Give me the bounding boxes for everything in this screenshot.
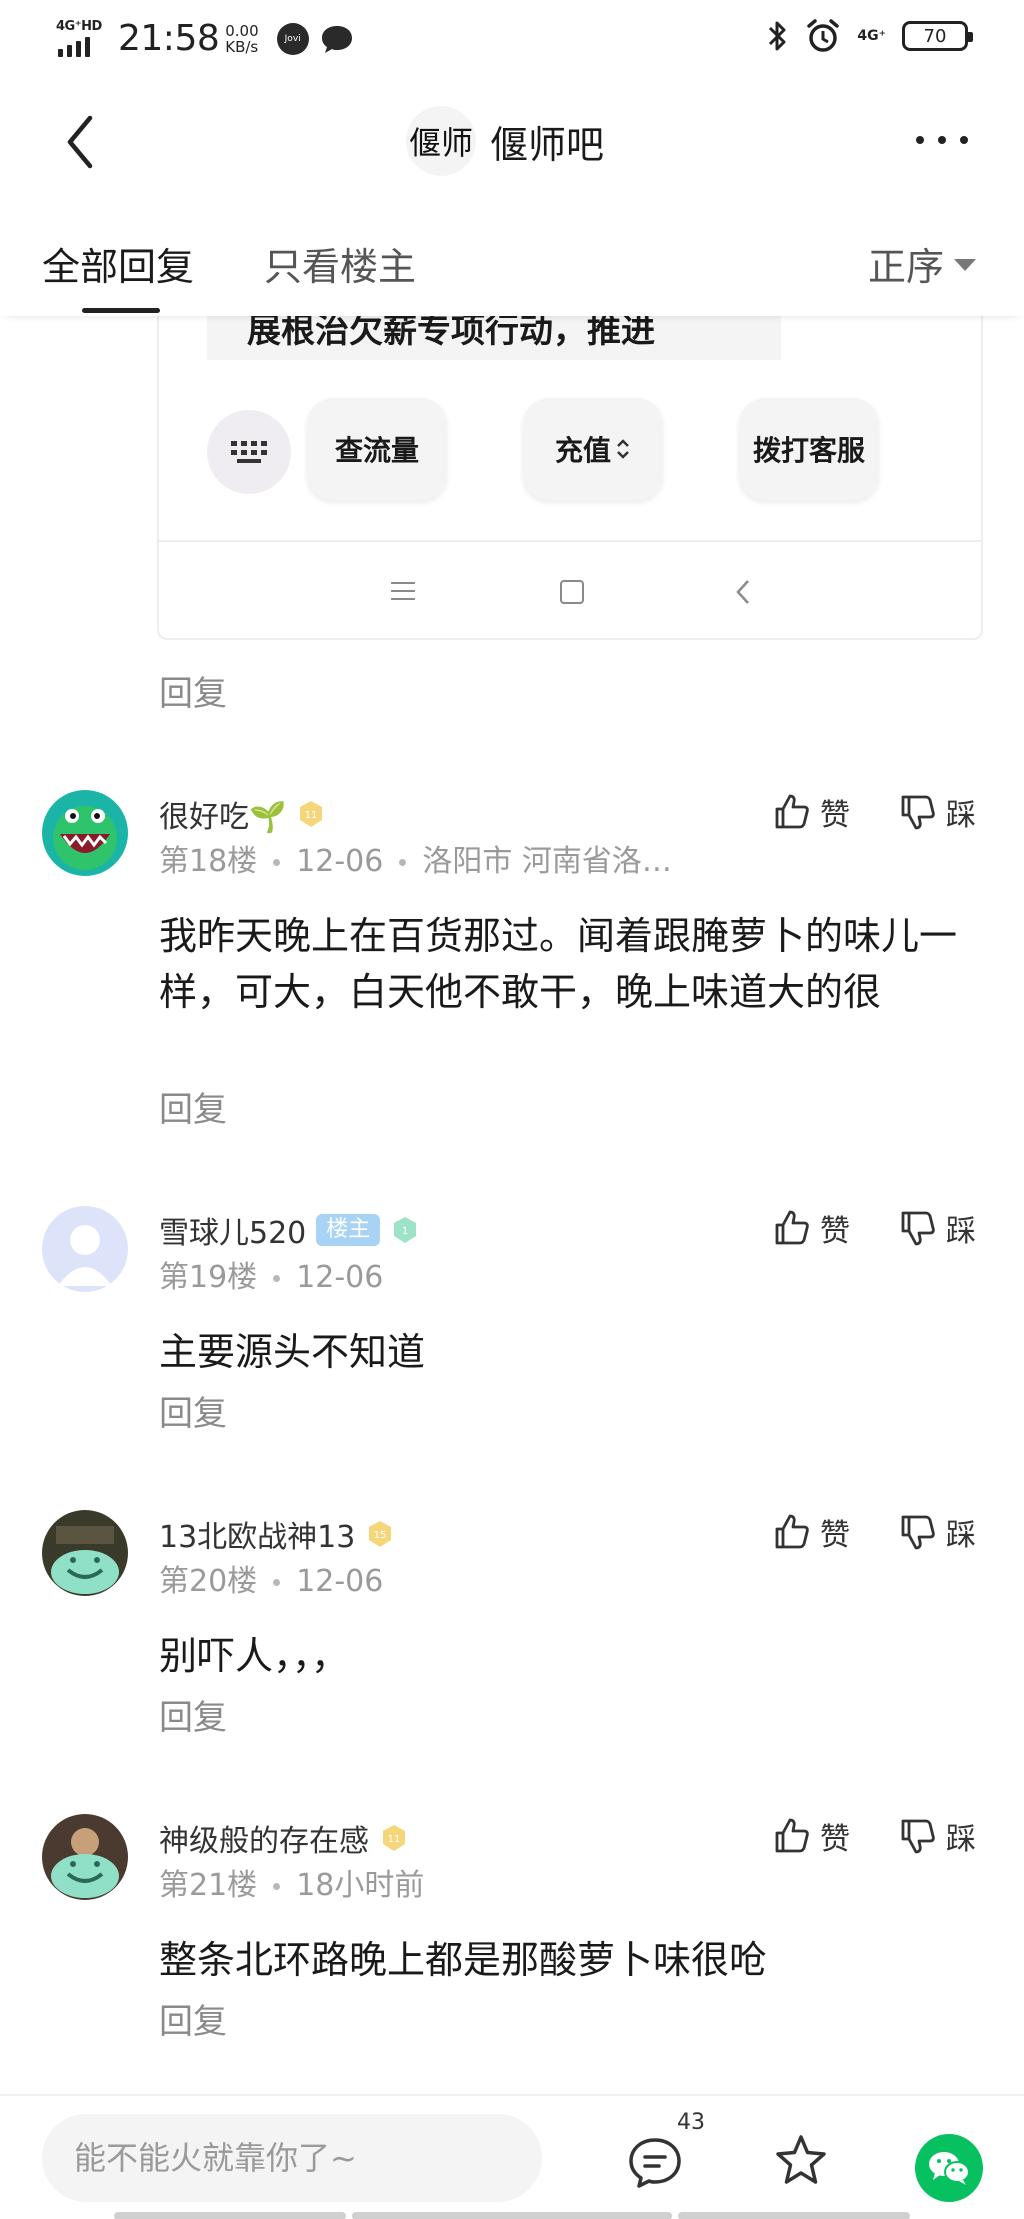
reply-button[interactable]: 回复 [159,1994,227,2043]
avatar[interactable] [42,1206,128,1292]
svg-text:11: 11 [388,1834,401,1845]
wechat-icon [929,2152,970,2185]
reply-tabs: 全部回复 只看楼主 正序 [0,204,1024,316]
reply-button[interactable]: 回复 [159,1690,227,1739]
reply-button[interactable]: 回复 [159,1082,227,1131]
forum-logo: 偃师 [406,106,476,176]
dislike-button[interactable]: 踩 [898,790,976,834]
username[interactable]: 13北欧战神13 [159,1512,355,1556]
bottom-bar: 能不能火就靠你了~ 43 [0,2094,1024,2219]
level-badge-icon: 1 [394,1217,417,1243]
forum-name: 偃师吧 [490,122,605,167]
back-icon[interactable] [60,110,104,174]
comment-date: 12-06 [296,844,384,879]
username[interactable]: 雪球儿520 [159,1208,306,1252]
svg-text:15: 15 [374,1530,387,1541]
embed-service-button: 拨打客服 [739,398,879,500]
thumbs-up-icon [775,1210,809,1245]
keyboard-icon [207,410,291,494]
reply-input[interactable]: 能不能火就靠你了~ [42,2114,542,2202]
dislike-button[interactable]: 踩 [898,1206,976,1250]
floor-number: 第18楼 [159,844,258,879]
comment-meta: 第19楼 12-06 [159,1252,383,1296]
embed-nav-bar [159,540,981,638]
comment-text: 我昨天晚上在百货那过。闻着跟腌萝卜的味儿一样，可大，白天他不敢干，晚上味道大的很 [159,914,958,1014]
comment-date: 12-06 [296,1260,384,1295]
like-button[interactable]: 赞 [772,1206,850,1250]
sort-order-button[interactable]: 正序 [868,236,976,291]
reply-button[interactable]: 回复 [159,1386,227,1435]
comment-text: 别吓人，，， [159,1634,350,1678]
embed-traffic-button: 查流量 [307,398,447,500]
comment-meta: 第20楼 12-06 [159,1556,383,1600]
jovi-icon: Jovi [276,22,309,55]
svg-text:1: 1 [402,1226,408,1237]
thumbs-up-icon [775,1818,809,1853]
comments-icon[interactable] [626,2136,684,2190]
active-tab-indicator [82,308,160,313]
embed-recharge-button: 充值 [523,398,663,500]
like-button[interactable]: 赞 [772,1814,850,1858]
menu-icon [391,582,415,606]
dislike-button[interactable]: 踩 [898,1510,976,1554]
level-badge-icon: 11 [300,801,323,827]
username[interactable]: 神级般的存在感 [159,1816,369,1860]
floor-number: 第20楼 [159,1564,258,1599]
home-indicator [114,2212,910,2219]
level-badge-icon: 15 [369,1521,392,1547]
level-badge-icon: 11 [383,1825,405,1851]
floor-number: 第21楼 [159,1868,258,1903]
net-speed: 0.00 KB/s [225,21,259,56]
bluetooth-icon [769,21,786,51]
comment-date: 12-06 [296,1564,384,1599]
reply-button[interactable]: 回复 [159,666,227,715]
embedded-screenshot[interactable]: 展根治欠薪专项行动，推进 查流量 充值 拨打客服 [157,296,983,640]
thumbs-down-icon [901,795,935,830]
clock: 21:58 [118,18,220,59]
svg-text:11: 11 [305,810,318,821]
comment-text: 整条北环路晚上都是那酸萝卜味很呛 [159,1938,768,1982]
comment-location: 洛阳市 河南省洛… [422,844,672,879]
thumbs-up-icon [775,794,809,829]
comment-date: 18小时前 [296,1868,425,1903]
forum-title[interactable]: 偃师 偃师吧 [406,106,604,176]
wechat-share-button[interactable] [915,2134,983,2202]
like-button[interactable]: 赞 [772,790,850,834]
thumbs-down-icon [901,1819,935,1854]
signal-icon: 4G⁺HD [56,19,108,59]
thumbs-up-icon [775,1514,809,1549]
top-header: 偃师 偃师吧 [0,80,1024,204]
alarm-icon [807,19,840,52]
tab-all-replies[interactable]: 全部回复 [42,236,194,291]
nav-back-icon [736,580,749,604]
star-icon[interactable] [772,2132,830,2190]
thumbs-down-icon [901,1515,935,1550]
battery-level: 70 [923,25,947,47]
battery-icon: 70 [902,21,973,51]
avatar[interactable] [42,790,128,876]
floor-number: 第19楼 [159,1260,258,1295]
status-bar: 4G⁺HD 21:58 0.00 KB/s Jovi 4G⁺ 70 [0,0,1024,80]
comment-meta: 第21楼 18小时前 [159,1860,424,1904]
username[interactable]: 很好吃🌱 [159,792,286,836]
network-type-2: 4G⁺ [857,28,886,44]
tab-host-only[interactable]: 只看楼主 [264,236,416,291]
updown-arrow-icon [617,439,629,459]
network-type: 4G⁺HD [56,18,102,34]
comment-text: 主要源头不知道 [159,1330,426,1374]
thumbs-down-icon [901,1211,935,1246]
caret-down-icon [954,258,976,271]
more-options-icon[interactable] [916,136,968,144]
avatar[interactable] [42,1814,128,1900]
message-icon [321,25,352,53]
dislike-button[interactable]: 踩 [898,1814,976,1858]
avatar[interactable] [42,1510,128,1596]
like-button[interactable]: 赞 [772,1510,850,1554]
comment-count: 43 [677,2110,705,2135]
home-square-icon [560,580,584,604]
host-badge: 楼主 [316,1214,381,1246]
sort-label: 正序 [867,245,944,289]
comment-meta: 第18楼 12-06 洛阳市 河南省洛… [159,836,672,880]
